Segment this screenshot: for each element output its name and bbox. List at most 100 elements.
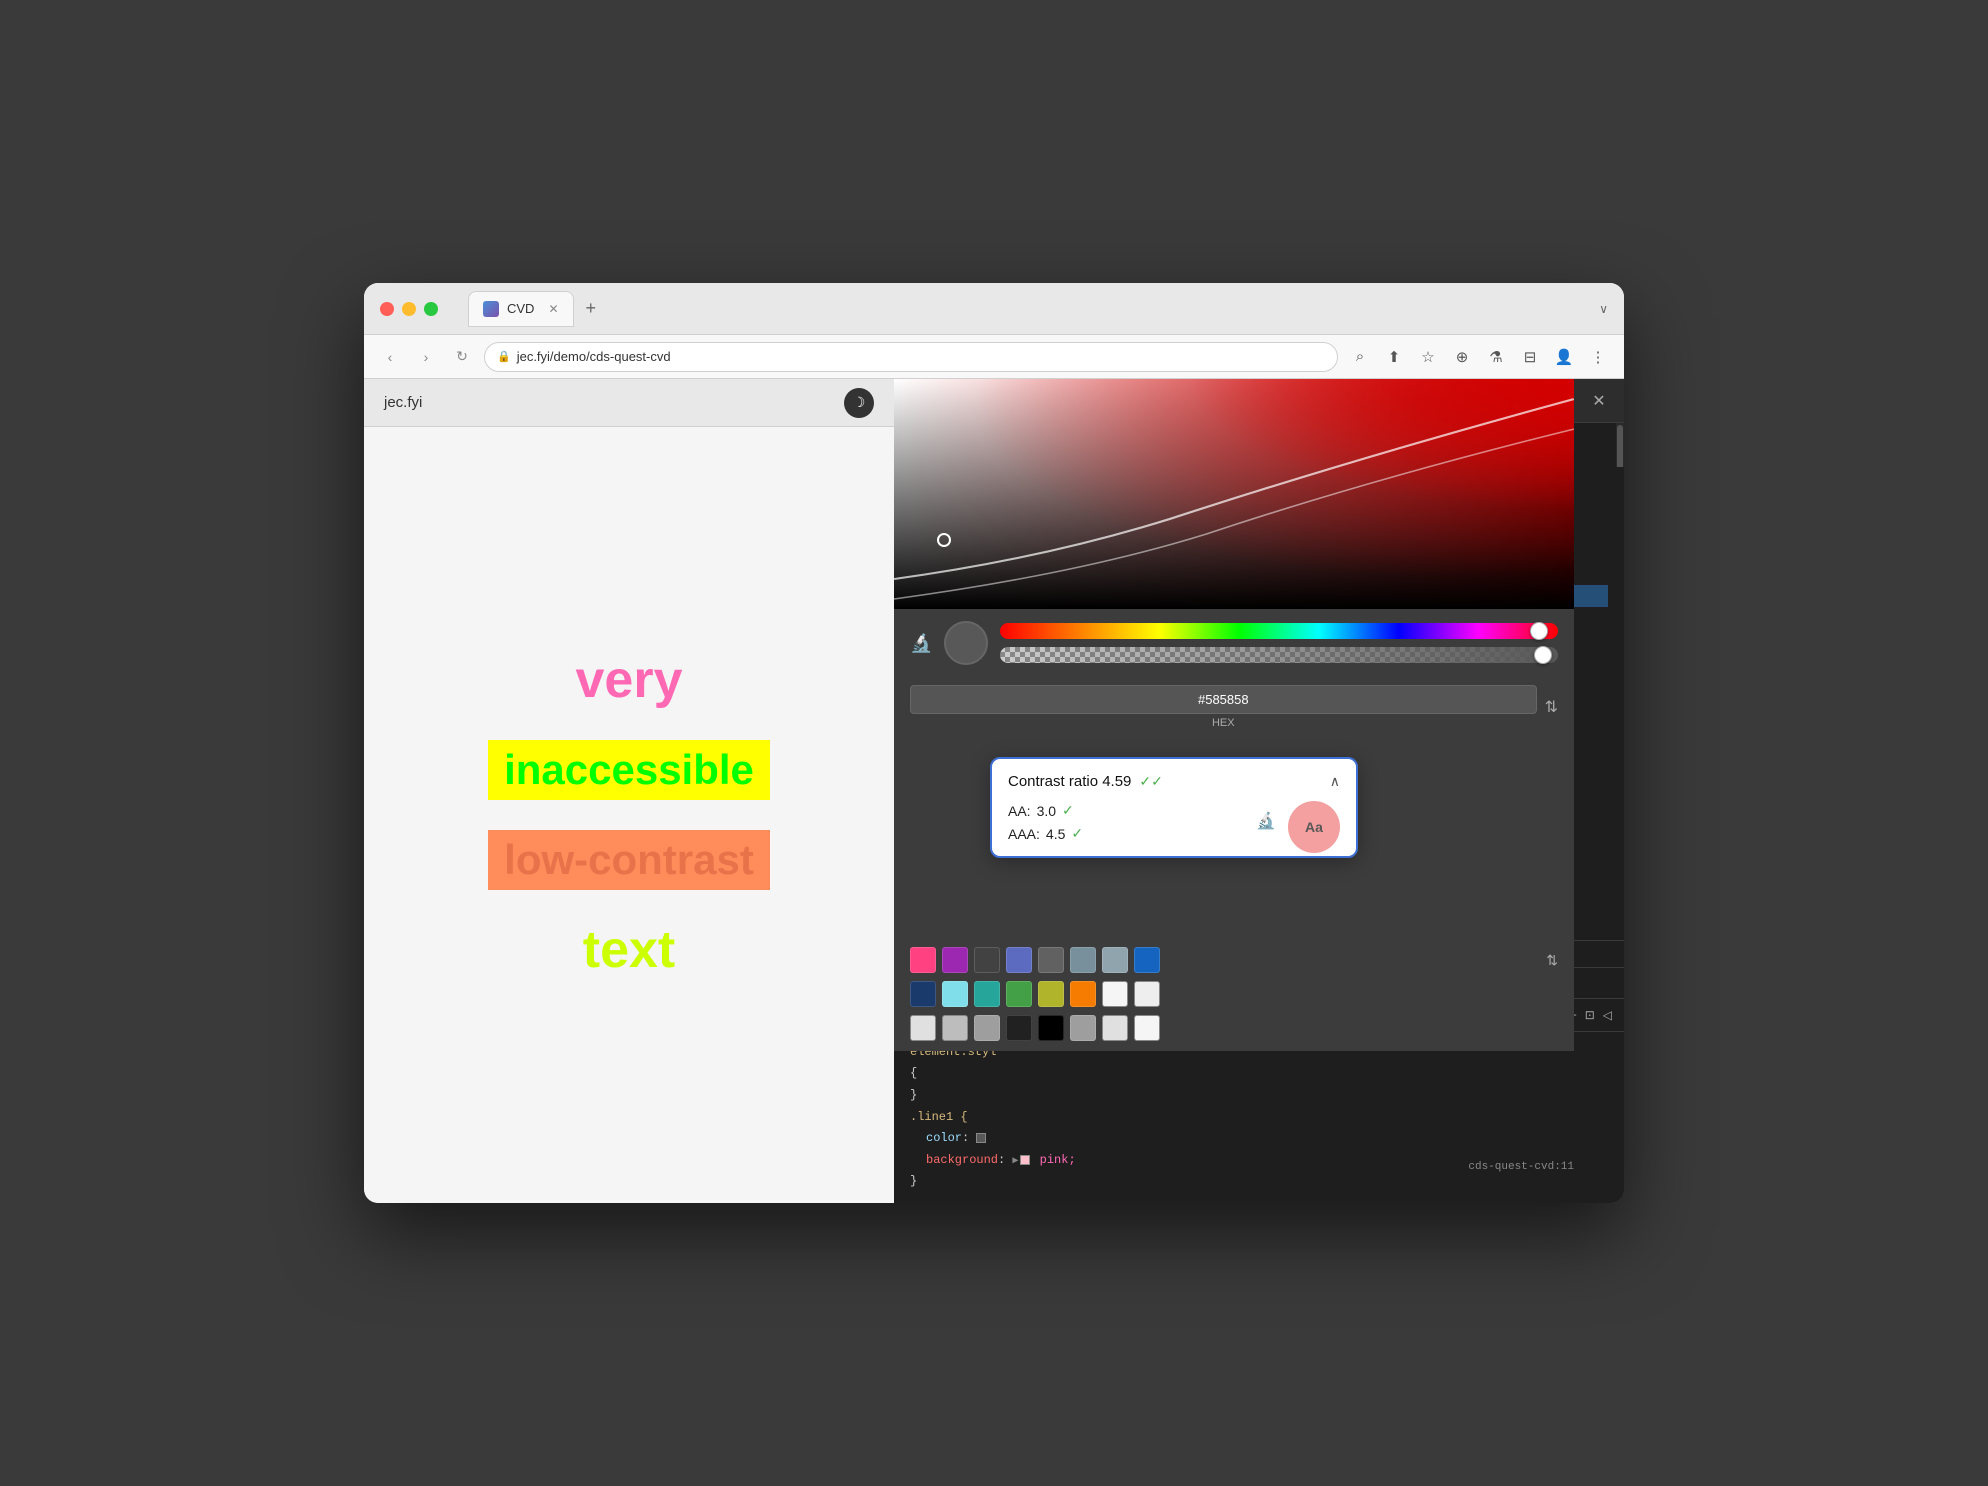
color-sliders xyxy=(1000,623,1558,663)
word-very: very xyxy=(576,650,683,710)
chevron-icon: ∨ xyxy=(1599,302,1608,316)
swatch-stepper-1[interactable]: ⇅ xyxy=(1546,952,1558,969)
swatch-gray3[interactable] xyxy=(1070,1015,1096,1041)
styles-content: element.styl { } .line1 { color: xyxy=(894,1032,1624,1203)
profile-icon[interactable]: 👤 xyxy=(1550,343,1578,371)
new-tab-button[interactable]: + xyxy=(578,298,605,319)
swatch-lightgray2[interactable] xyxy=(1134,981,1160,1007)
more-icon[interactable]: ⋮ xyxy=(1584,343,1612,371)
swatch-blue[interactable] xyxy=(1134,947,1160,973)
contrast-panel: Contrast ratio 4.59 ✓✓ ∧ AA: 3.0 ✓ AAA: xyxy=(990,757,1358,858)
mac-window: CVD ✕ + ∨ ‹ › ↻ 🔒 jec.fyi/demo/cds-quest… xyxy=(364,283,1624,1203)
css-brace-close-1: } xyxy=(910,1085,1608,1107)
content-area: jec.fyi ☽ very inaccessible low-contrast… xyxy=(364,379,1624,1203)
devtools-close-icon[interactable]: ✕ xyxy=(1586,388,1612,414)
word-text: text xyxy=(583,920,675,980)
swatch-black[interactable] xyxy=(1038,1015,1064,1041)
contrast-preview: Aa xyxy=(1288,801,1340,853)
alpha-thumb[interactable] xyxy=(1534,646,1552,664)
search-icon[interactable]: ⌕ xyxy=(1346,343,1374,371)
color-swatch-preview xyxy=(944,621,988,665)
hex-stepper[interactable]: ⇅ xyxy=(1545,697,1558,717)
css-color-row: color: xyxy=(910,1128,1608,1150)
webpage-content: very inaccessible low-contrast text xyxy=(364,427,894,1203)
copy-styles-icon[interactable]: ⊡ xyxy=(1585,1008,1595,1022)
swatch-lightbluegray[interactable] xyxy=(1102,947,1128,973)
collapse-panel-icon[interactable]: ◁ xyxy=(1603,1008,1612,1022)
swatch-verylightgray[interactable] xyxy=(1102,981,1128,1007)
swatch-orange[interactable] xyxy=(1070,981,1096,1007)
css-brace-close-2: } xyxy=(910,1171,1608,1193)
refresh-button[interactable]: ↻ xyxy=(448,343,476,371)
swatch-pink[interactable] xyxy=(910,947,936,973)
share-icon[interactable]: ⬆ xyxy=(1380,343,1408,371)
site-title: jec.fyi xyxy=(384,394,422,411)
contrast-collapse-button[interactable]: ∧ xyxy=(1330,773,1340,790)
css-color-swatch[interactable] xyxy=(976,1133,986,1143)
css-brace-open: { xyxy=(910,1063,1608,1085)
swatch-row-2 xyxy=(910,981,1558,1007)
swatch-nearblack[interactable] xyxy=(1006,1015,1032,1041)
swatch-lime[interactable] xyxy=(1038,981,1064,1007)
traffic-lights xyxy=(380,302,438,316)
swatch-indigo[interactable] xyxy=(1006,947,1032,973)
swatch-navy[interactable] xyxy=(910,981,936,1007)
hue-slider[interactable] xyxy=(1000,623,1558,639)
swatch-cyan[interactable] xyxy=(942,981,968,1007)
title-bar: CVD ✕ + ∨ xyxy=(364,283,1624,335)
swatches-section: ⇅ xyxy=(894,937,1574,1051)
color-picker-popup: 🔬 HEX xyxy=(894,379,1574,1051)
swatch-purple[interactable] xyxy=(942,947,968,973)
devtools-panel: ⚙ ⋮ ✕ 🔬 xyxy=(894,379,1624,1203)
hex-label: HEX xyxy=(910,717,1537,729)
css-line1-selector: .line1 { xyxy=(910,1107,1608,1129)
swatch-gray2[interactable] xyxy=(974,1015,1000,1041)
styles-bottom-icons: + ⊡ ◁ xyxy=(1570,1008,1612,1022)
color-controls: 🔬 xyxy=(894,609,1574,677)
address-input[interactable]: 🔒 jec.fyi/demo/cds-quest-cvd xyxy=(484,342,1338,372)
webpage-panel: jec.fyi ☽ very inaccessible low-contrast… xyxy=(364,379,894,1203)
word-low-contrast: low-contrast xyxy=(488,830,770,890)
swatch-row-1: ⇅ xyxy=(910,947,1558,973)
labs-icon[interactable]: ⚗ xyxy=(1482,343,1510,371)
hue-thumb[interactable] xyxy=(1530,622,1548,640)
extensions-icon[interactable]: ⊕ xyxy=(1448,343,1476,371)
swatch-verylightgray2[interactable] xyxy=(1134,1015,1160,1041)
tab-close-button[interactable]: ✕ xyxy=(548,302,558,316)
bookmark-icon[interactable]: ☆ xyxy=(1414,343,1442,371)
contrast-title: Contrast ratio 4.59 ✓✓ xyxy=(1008,773,1163,790)
address-text: jec.fyi/demo/cds-quest-cvd xyxy=(517,349,671,364)
back-button[interactable]: ‹ xyxy=(376,343,404,371)
contrast-eyedropper[interactable]: 🔬 xyxy=(1256,811,1276,831)
maximize-button[interactable] xyxy=(424,302,438,316)
sidebar-toggle-icon[interactable]: ⊟ xyxy=(1516,343,1544,371)
color-gradient[interactable] xyxy=(894,379,1574,609)
browser-tab[interactable]: CVD ✕ xyxy=(468,291,574,327)
swatch-bluegray[interactable] xyxy=(1070,947,1096,973)
aa-check: ✓ xyxy=(1062,802,1074,819)
swatch-lightgray3[interactable] xyxy=(910,1015,936,1041)
source-reference: cds-quest-cvd:11 xyxy=(1468,1161,1574,1173)
eyedropper-button[interactable]: 🔬 xyxy=(910,633,932,654)
forward-button[interactable]: › xyxy=(412,343,440,371)
alpha-slider[interactable] xyxy=(1000,647,1558,663)
swatch-row-3 xyxy=(910,1015,1558,1041)
moon-icon: ☽ xyxy=(853,394,866,411)
word-inaccessible: inaccessible xyxy=(488,740,770,800)
swatch-lightgray4[interactable] xyxy=(1102,1015,1128,1041)
swatch-medgray[interactable] xyxy=(942,1015,968,1041)
swatch-darkgray[interactable] xyxy=(974,947,1000,973)
swatch-teal[interactable] xyxy=(974,981,1000,1007)
swatch-gray1[interactable] xyxy=(1038,947,1064,973)
contrast-header: Contrast ratio 4.59 ✓✓ ∧ xyxy=(1008,773,1340,790)
aaa-check: ✓ xyxy=(1071,825,1083,842)
css-background-swatch[interactable] xyxy=(1020,1155,1030,1165)
close-button[interactable] xyxy=(380,302,394,316)
hex-input[interactable] xyxy=(910,685,1537,714)
dark-mode-button[interactable]: ☽ xyxy=(844,388,874,418)
color-cursor[interactable] xyxy=(937,533,951,547)
tab-favicon xyxy=(483,301,499,317)
minimize-button[interactable] xyxy=(402,302,416,316)
swatch-green[interactable] xyxy=(1006,981,1032,1007)
tab-title: CVD xyxy=(507,301,534,316)
